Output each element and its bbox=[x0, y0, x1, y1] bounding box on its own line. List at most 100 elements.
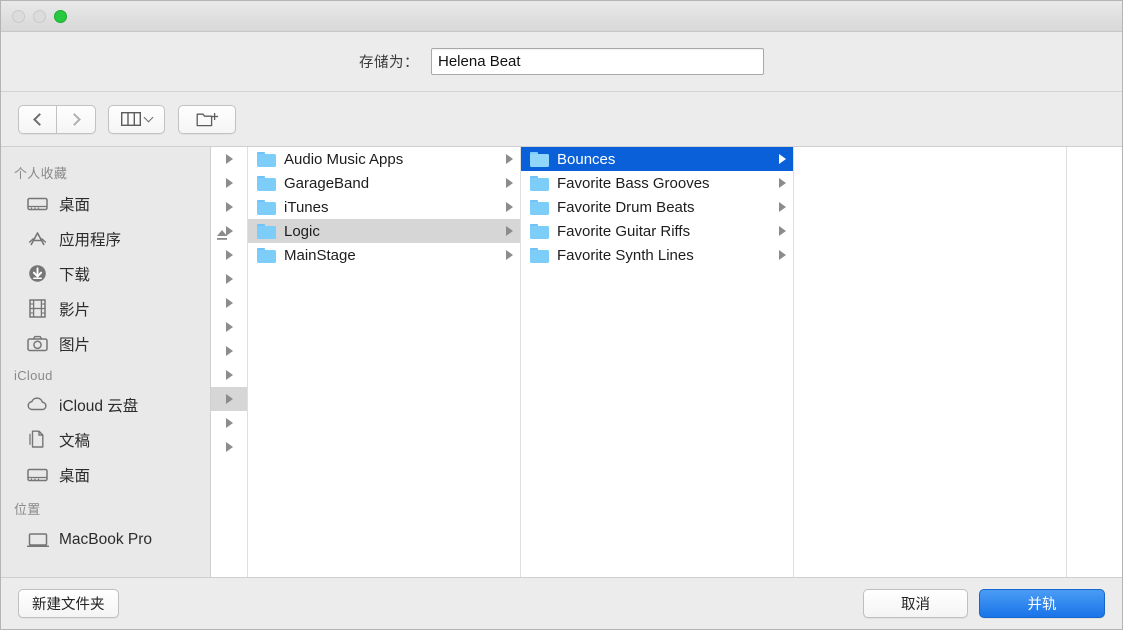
chevron-right-icon bbox=[68, 113, 81, 126]
browser-row[interactable] bbox=[211, 387, 247, 411]
folder-icon bbox=[530, 152, 549, 167]
sidebar-section-header-locations: 位置 bbox=[1, 492, 210, 522]
sidebar-item-icloud-drive[interactable]: iCloud 云盘 bbox=[1, 387, 210, 422]
disclosure-arrow-icon[interactable] bbox=[226, 346, 233, 356]
folder-icon bbox=[257, 176, 276, 191]
sidebar-item-pictures[interactable]: 图片 bbox=[1, 326, 210, 361]
browser-column-5[interactable] bbox=[1067, 147, 1122, 577]
forward-button[interactable] bbox=[57, 105, 96, 134]
pictures-icon bbox=[26, 334, 49, 354]
browser-row[interactable] bbox=[211, 315, 247, 339]
browser-column-4[interactable] bbox=[794, 147, 1067, 577]
save-as-label: 存储为： bbox=[359, 51, 419, 72]
folder-icon bbox=[530, 224, 549, 239]
sidebar-item-macbook-pro[interactable]: MacBook Pro bbox=[1, 522, 210, 557]
browser-row[interactable] bbox=[211, 291, 247, 315]
browser-row[interactable]: iTunes bbox=[248, 195, 520, 219]
zoom-button[interactable] bbox=[54, 10, 67, 23]
disclosure-arrow-icon[interactable] bbox=[226, 442, 233, 452]
sidebar-item-desktop-icloud[interactable]: 桌面 bbox=[1, 457, 210, 492]
browser-column-1[interactable] bbox=[211, 147, 248, 577]
browser-row[interactable]: Bounces bbox=[521, 147, 793, 171]
disclosure-arrow-icon[interactable] bbox=[226, 322, 233, 332]
sidebar-item-documents[interactable]: 文稿 bbox=[1, 422, 210, 457]
sidebar-item-applications[interactable]: 应用程序 bbox=[1, 221, 210, 256]
disclosure-arrow-icon[interactable] bbox=[506, 202, 513, 212]
column-browser: Audio Music AppsGarageBandiTunesLogic Mai… bbox=[211, 147, 1122, 577]
downloads-icon bbox=[26, 264, 49, 284]
title-bar bbox=[1, 1, 1122, 32]
disclosure-arrow-icon[interactable] bbox=[779, 202, 786, 212]
sidebar-item-movies[interactable]: 影片 bbox=[1, 291, 210, 326]
navigation-button-group bbox=[18, 105, 96, 134]
disclosure-arrow-icon[interactable] bbox=[506, 154, 513, 164]
browser-row-label: Favorite Guitar Riffs bbox=[557, 223, 771, 240]
disclosure-arrow-icon[interactable] bbox=[779, 178, 786, 188]
browser-row[interactable] bbox=[211, 339, 247, 363]
disclosure-arrow-icon[interactable] bbox=[506, 226, 513, 236]
browser-row[interactable] bbox=[211, 147, 247, 171]
disclosure-arrow-icon[interactable] bbox=[226, 178, 233, 188]
browser-row[interactable] bbox=[211, 411, 247, 435]
column-view-icon bbox=[121, 112, 141, 126]
file-name-input[interactable] bbox=[431, 48, 764, 75]
browser-row-label: Favorite Synth Lines bbox=[557, 247, 771, 264]
disclosure-arrow-icon[interactable] bbox=[226, 418, 233, 428]
browser-row[interactable]: Favorite Synth Lines bbox=[521, 243, 793, 267]
cancel-button[interactable]: 取消 bbox=[863, 589, 968, 618]
disclosure-arrow-icon[interactable] bbox=[226, 274, 233, 284]
browser-row[interactable] bbox=[211, 171, 247, 195]
back-button[interactable] bbox=[18, 105, 57, 134]
browser-row[interactable] bbox=[211, 243, 247, 267]
view-mode-button[interactable] bbox=[108, 105, 165, 134]
disclosure-arrow-icon[interactable] bbox=[226, 154, 233, 164]
cloud-icon bbox=[26, 395, 49, 415]
disclosure-arrow-icon[interactable] bbox=[779, 226, 786, 236]
new-folder-button[interactable]: 新建文件夹 bbox=[18, 589, 119, 618]
browser-column-2[interactable]: Audio Music AppsGarageBandiTunesLogic Mai… bbox=[248, 147, 521, 577]
browser-row[interactable]: MainStage bbox=[248, 243, 520, 267]
disclosure-arrow-icon[interactable] bbox=[779, 250, 786, 260]
browser-row[interactable] bbox=[211, 267, 247, 291]
browser-row[interactable]: Favorite Guitar Riffs bbox=[521, 219, 793, 243]
browser-row[interactable]: Audio Music Apps bbox=[248, 147, 520, 171]
sidebar-item-downloads[interactable]: 下载 bbox=[1, 256, 210, 291]
folder-icon bbox=[530, 248, 549, 263]
disclosure-arrow-icon[interactable] bbox=[226, 370, 233, 380]
disclosure-arrow-icon[interactable] bbox=[779, 154, 786, 164]
close-button[interactable] bbox=[12, 10, 25, 23]
browser-row[interactable]: Favorite Bass Grooves bbox=[521, 171, 793, 195]
confirm-button[interactable]: 并轨 bbox=[979, 589, 1105, 618]
disclosure-arrow-icon[interactable] bbox=[226, 250, 233, 260]
sidebar-item-label: MacBook Pro bbox=[59, 531, 152, 549]
browser-row[interactable]: GarageBand bbox=[248, 171, 520, 195]
folder-icon bbox=[257, 248, 276, 263]
disclosure-arrow-icon[interactable] bbox=[506, 250, 513, 260]
chevron-down-icon bbox=[144, 113, 154, 123]
browser-row[interactable] bbox=[211, 435, 247, 459]
documents-icon bbox=[26, 430, 49, 450]
eject-icon[interactable] bbox=[215, 228, 229, 242]
folder-icon bbox=[257, 224, 276, 239]
disclosure-arrow-icon[interactable] bbox=[226, 202, 233, 212]
sidebar-item-label: 文稿 bbox=[59, 429, 90, 451]
dialog-body: 个人收藏 桌面 bbox=[1, 146, 1122, 577]
sidebar-item-desktop[interactable]: 桌面 bbox=[1, 186, 210, 221]
disclosure-arrow-icon[interactable] bbox=[226, 394, 233, 404]
sidebar: 个人收藏 桌面 bbox=[1, 147, 211, 577]
sidebar-item-label: 图片 bbox=[59, 333, 90, 355]
movies-icon bbox=[26, 299, 49, 319]
browser-row[interactable] bbox=[211, 363, 247, 387]
browser-row[interactable]: Favorite Drum Beats bbox=[521, 195, 793, 219]
browser-column-3[interactable]: BouncesFavorite Bass GroovesFavorite Dru… bbox=[521, 147, 794, 577]
browser-row[interactable] bbox=[211, 195, 247, 219]
minimize-button[interactable] bbox=[33, 10, 46, 23]
browser-row[interactable]: Logic bbox=[248, 219, 520, 243]
disclosure-arrow-icon[interactable] bbox=[226, 298, 233, 308]
desktop-icon bbox=[26, 194, 49, 214]
sidebar-item-label: 桌面 bbox=[59, 464, 90, 486]
folder-icon bbox=[530, 176, 549, 191]
browser-row-label: MainStage bbox=[284, 247, 498, 264]
new-folder-toolbar-button[interactable] bbox=[178, 105, 236, 134]
disclosure-arrow-icon[interactable] bbox=[506, 178, 513, 188]
